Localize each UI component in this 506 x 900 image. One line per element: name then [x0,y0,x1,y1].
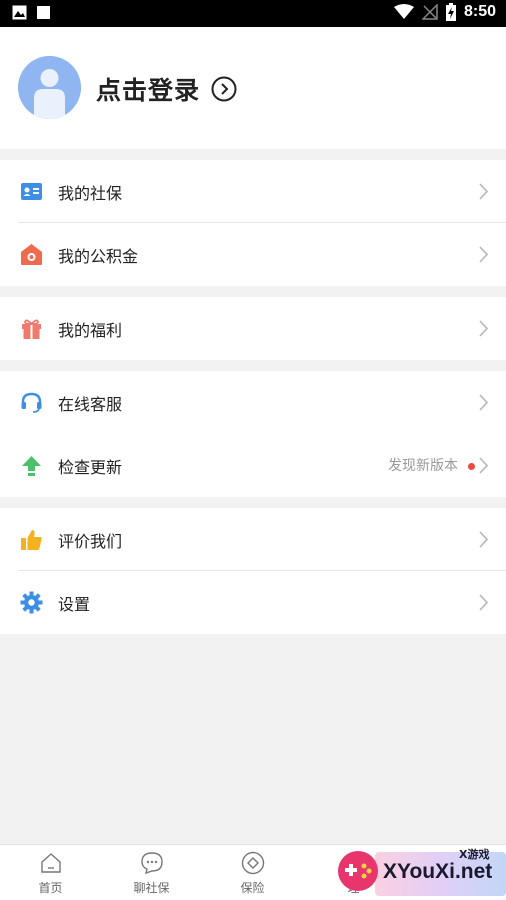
menu-group-support: 在线客服 检查更新 发现新版本 [0,371,506,497]
chevron-right-circle-icon[interactable] [211,76,237,102]
login-link[interactable]: 点击登录 [96,71,200,107]
menu-item-label: 我的公积金 [58,247,139,266]
menu-item-settings[interactable]: 设置 [0,571,506,634]
menu-group-insurance: 我的社保 我的公积金 [0,160,506,286]
home-icon [41,853,61,873]
diamond-circle-icon [241,851,265,875]
status-bar: 8:50 [0,0,506,27]
gamepad-logo-icon [338,851,378,891]
status-time: 8:50 [463,3,496,20]
battery-charging-icon [445,3,456,21]
menu-item-welfare[interactable]: 我的福利 [0,297,506,360]
chevron-right-icon [479,246,489,263]
thumbs-up-icon [21,530,42,550]
square-notification-icon [37,6,50,19]
menu-item-rate-us[interactable]: 评价我们 [0,508,506,571]
chevron-right-icon [479,594,489,611]
menu-group-welfare: 我的福利 [0,297,506,360]
chevron-right-icon [479,320,489,337]
image-notification-icon [12,5,27,20]
no-signal-icon [421,4,438,20]
tab-label: 聊社保 [133,881,170,895]
chat-bubble-icon [141,852,163,875]
update-badge-dot [468,463,475,470]
menu-item-check-update[interactable]: 检查更新 发现新版本 [0,434,506,497]
menu-item-housing-fund[interactable]: 我的公积金 [0,223,506,286]
watermark-logo: X游戏 XYouXi.net [335,842,506,900]
avatar[interactable] [18,56,81,119]
menu-item-label: 我的福利 [58,321,123,340]
update-available-text: 发现新版本 [388,458,458,474]
gear-icon [20,591,43,614]
menu-item-label: 设置 [58,595,91,614]
tab-label: 保险 [240,881,265,895]
menu-item-customer-service[interactable]: 在线客服 [0,371,506,434]
menu-item-social-security[interactable]: 我的社保 [0,160,506,223]
tab-chat[interactable]: 聊社保 [101,845,202,900]
user-avatar-icon [18,56,81,119]
watermark-text: XYouXi.net [383,860,493,883]
chevron-right-icon [479,394,489,411]
menu-item-label: 评价我们 [58,532,123,551]
profile-header[interactable]: 点击登录 [0,27,506,149]
menu-item-label: 在线客服 [58,395,123,414]
house-icon [21,244,42,265]
chevron-right-icon [479,531,489,548]
chevron-right-icon [479,457,489,474]
upload-arrow-icon [22,456,41,476]
chevron-right-icon [479,183,489,200]
wifi-icon [393,4,414,19]
tab-insurance[interactable]: 保险 [202,845,303,900]
headset-icon [21,392,42,413]
menu-group-misc: 评价我们 设置 [0,508,506,634]
menu-item-label: 我的社保 [58,184,123,203]
id-card-icon [21,183,42,200]
menu-item-label: 检查更新 [58,458,123,477]
tab-label: 首页 [38,881,63,895]
gift-icon [22,319,41,339]
tab-home[interactable]: 首页 [0,845,101,900]
